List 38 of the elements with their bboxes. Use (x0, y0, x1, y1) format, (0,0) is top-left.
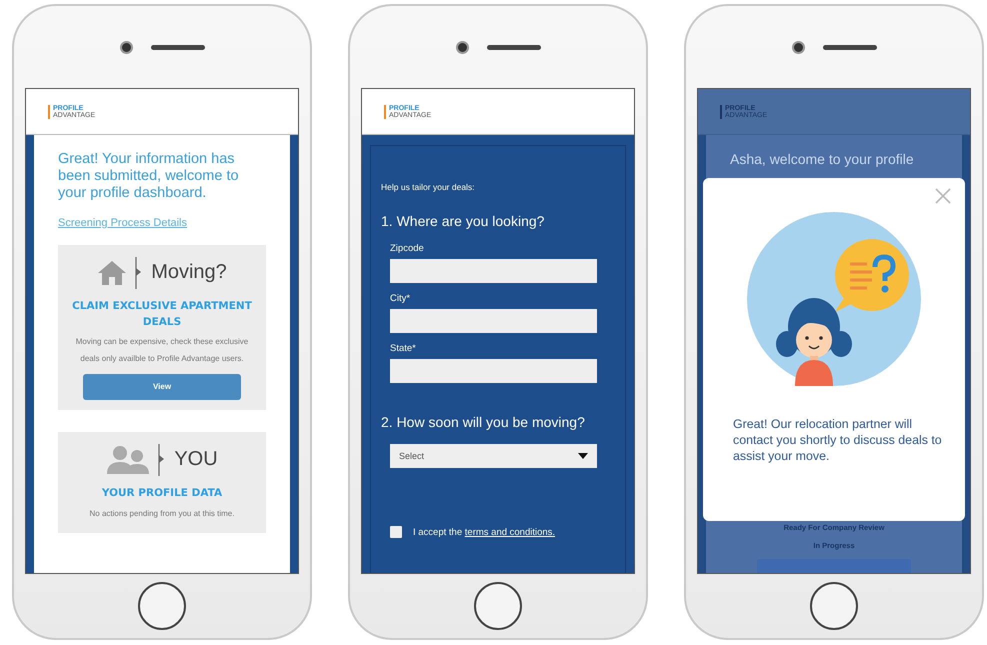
input-field[interactable] (390, 359, 597, 383)
input-field[interactable] (390, 309, 597, 333)
welcome-heading: Great! Your information has been submitted, welcome to your profile dashboard. (58, 151, 240, 202)
card-title: Moving? (151, 261, 227, 284)
pointer-divider-icon (158, 444, 166, 476)
dropdown[interactable]: Select (390, 444, 597, 468)
camera-icon (792, 40, 804, 54)
field-label: State* (390, 343, 416, 354)
camera-icon (120, 40, 132, 54)
home-button[interactable] (138, 582, 186, 630)
camera-icon (456, 40, 468, 54)
card-title: YOU (174, 448, 218, 472)
people-icon (106, 444, 150, 475)
terms-text: I accept the terms and conditions. (413, 526, 556, 538)
home-button[interactable] (810, 582, 858, 630)
field-label: City* (390, 293, 410, 304)
card-subtitle: CLAIM EXCLUSIVE APARTMENT DEALS (72, 298, 252, 330)
welcome-heading: Asha, welcome to your profile (730, 151, 915, 168)
intro-text: Help us tailor your deals: (381, 182, 476, 192)
pointer-divider-icon (135, 256, 144, 289)
card-subtitle: YOUR PROFILE DATA (102, 486, 222, 501)
house-icon (97, 260, 128, 286)
speaker-icon (822, 44, 876, 50)
terms-link[interactable]: terms and conditions. (464, 526, 556, 538)
confirmation-message: Great! Our relocation partner will contact you shortly to discuss deals to assist your move. (733, 416, 943, 464)
home-button[interactable] (474, 582, 522, 630)
view-button[interactable]: View (83, 374, 241, 400)
section-title: 2. How soon will you be moving? (381, 414, 586, 430)
input-field[interactable] (390, 259, 597, 283)
caret-icon (578, 453, 588, 459)
card-text: Moving can be expensive, check these exclusive deals only availble to Profile Advantage users. (74, 336, 250, 366)
speaker-icon (486, 44, 540, 50)
card-text: No actions pending from you at this time. (90, 508, 234, 520)
section-title: 1. Where are you looking? (381, 213, 546, 229)
checkbox[interactable] (390, 526, 402, 538)
close-icon[interactable] (935, 188, 951, 204)
field-label: Zipcode (390, 243, 424, 254)
speaker-icon (150, 44, 204, 50)
